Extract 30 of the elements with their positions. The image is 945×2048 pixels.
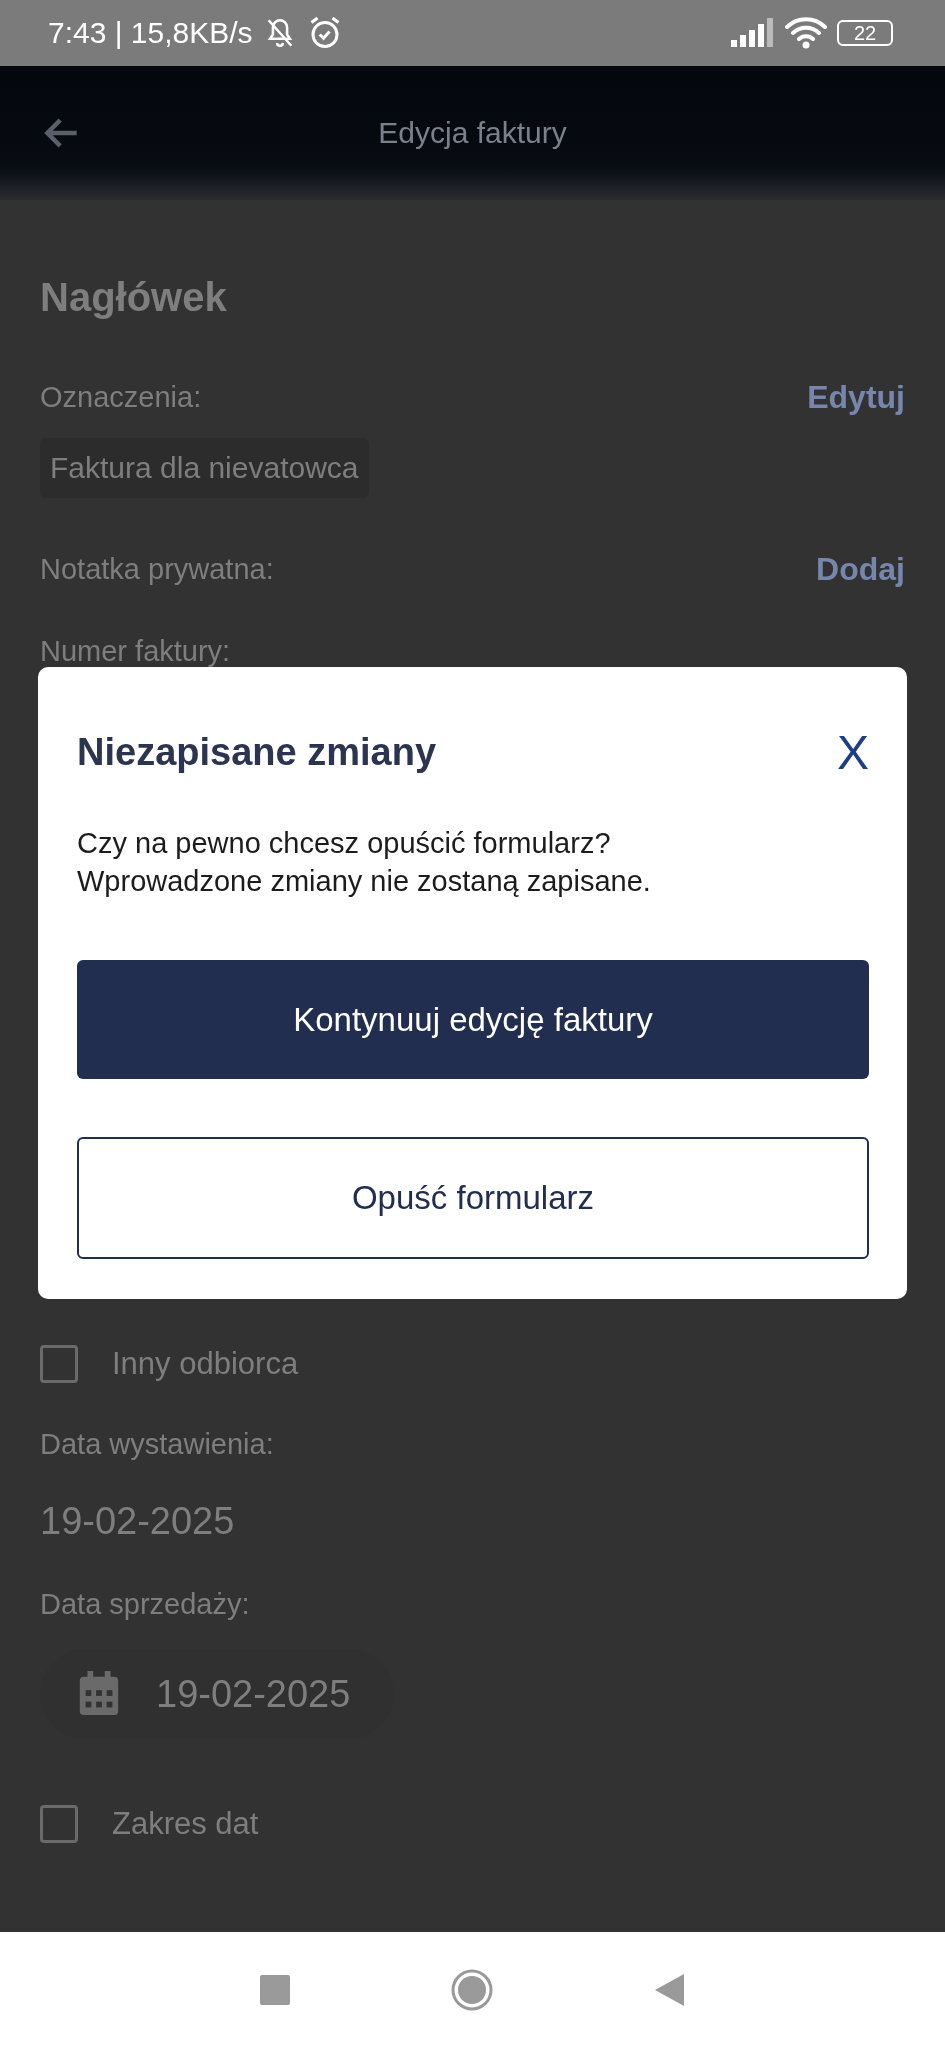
dialog-message: Czy na pewno chcesz opuścić formularz? Wprowadzone zmiany nie zostaną zapisane. [77, 826, 652, 899]
date-value: 19-02-2025 [40, 1499, 235, 1544]
field-label: Data sprzedaży: [40, 1587, 251, 1622]
recents-button[interactable] [259, 1975, 290, 2005]
signal-icon [731, 18, 775, 48]
battery-icon: 22 [837, 20, 893, 46]
field-label: Numer faktury: [40, 634, 232, 669]
continue-button[interactable]: Kontynuuj edycję faktury [77, 960, 869, 1079]
close-button[interactable]: X [837, 725, 869, 780]
wifi-icon [785, 17, 827, 49]
field-label: Oznaczenia: [40, 380, 202, 414]
screen-title: Edycja faktury [377, 116, 568, 150]
back-nav-button[interactable] [653, 1973, 686, 2007]
section-heading: Nagłówek [40, 274, 228, 321]
checkbox[interactable] [40, 1345, 78, 1383]
field-label: Notatka prywatna: [40, 552, 274, 586]
home-button[interactable] [449, 1968, 494, 2012]
tag-chip: Faktura dla nievatowca [40, 438, 369, 498]
triangle-icon [653, 1973, 686, 2007]
circle-icon [449, 1968, 494, 2012]
checkbox-label: Inny odbiorca [112, 1346, 299, 1382]
dialog-title: Niezapisane zmiany [77, 731, 437, 774]
action-link[interactable]: Edytuj [807, 378, 905, 416]
action-link[interactable]: Dodaj [816, 550, 905, 588]
square-icon [259, 1975, 290, 2005]
checkbox-label: Zakres dat [112, 1806, 259, 1842]
field-label: Data wystawienia: [40, 1427, 275, 1462]
status-time: 7:43 | 15,8KB/s [48, 16, 253, 50]
leave-button[interactable]: Opuść formularz [77, 1137, 869, 1259]
checkbox[interactable] [40, 1805, 78, 1843]
